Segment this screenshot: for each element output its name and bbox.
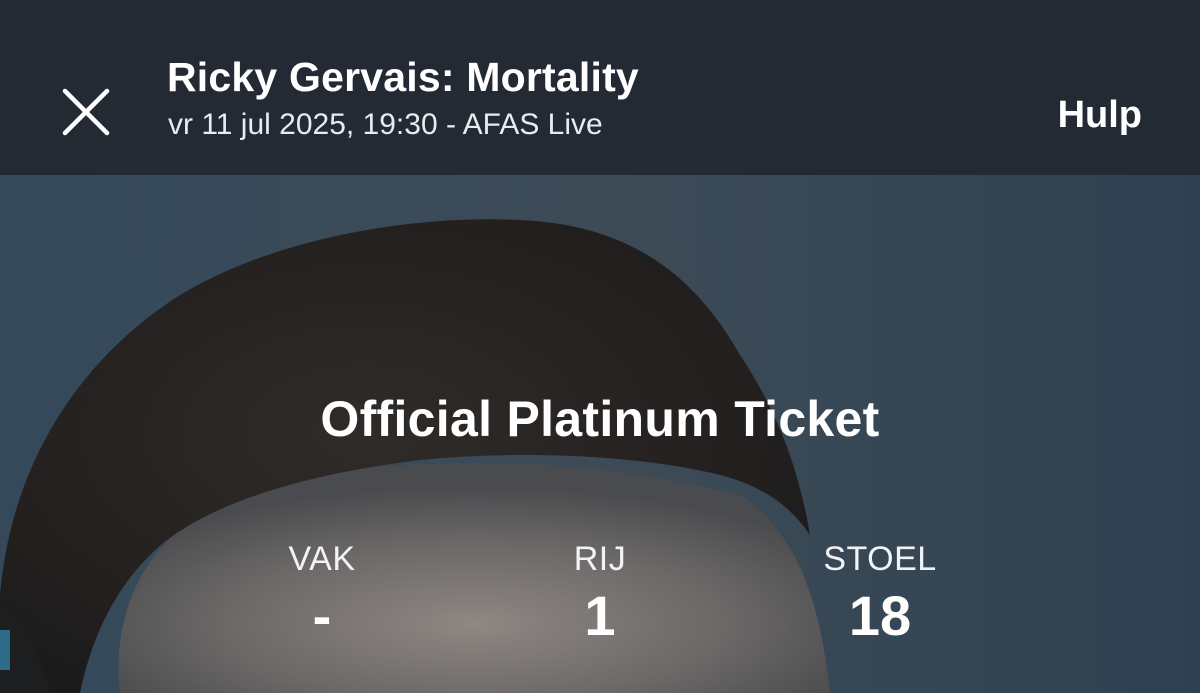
seat-section-value: - [312,584,332,647]
close-button[interactable] [58,84,116,142]
top-bar: Ricky Gervais: Mortality vr 11 jul 2025,… [0,0,1200,175]
seat-seat-label: STOEL [823,540,937,578]
ticket-hero: Official Platinum Ticket VAK - RIJ 1 STO… [0,175,1200,693]
ticket-type-title: Official Platinum Ticket [320,391,880,447]
seat-seat: STOEL 18 [780,537,980,649]
seat-section: VAK - [222,537,422,649]
seat-row-label: RIJ [573,540,627,578]
seat-row-value: 1 [584,584,616,647]
seat-seat-value: 18 [848,584,912,647]
event-subtitle: vr 11 jul 2025, 19:30 - AFAS Live [168,108,603,141]
close-icon [62,88,110,136]
help-button[interactable]: Hulp [1058,94,1142,137]
seat-section-label: VAK [288,540,356,578]
event-title: Ricky Gervais: Mortality [167,54,639,100]
seat-row: RIJ 1 [500,537,700,649]
